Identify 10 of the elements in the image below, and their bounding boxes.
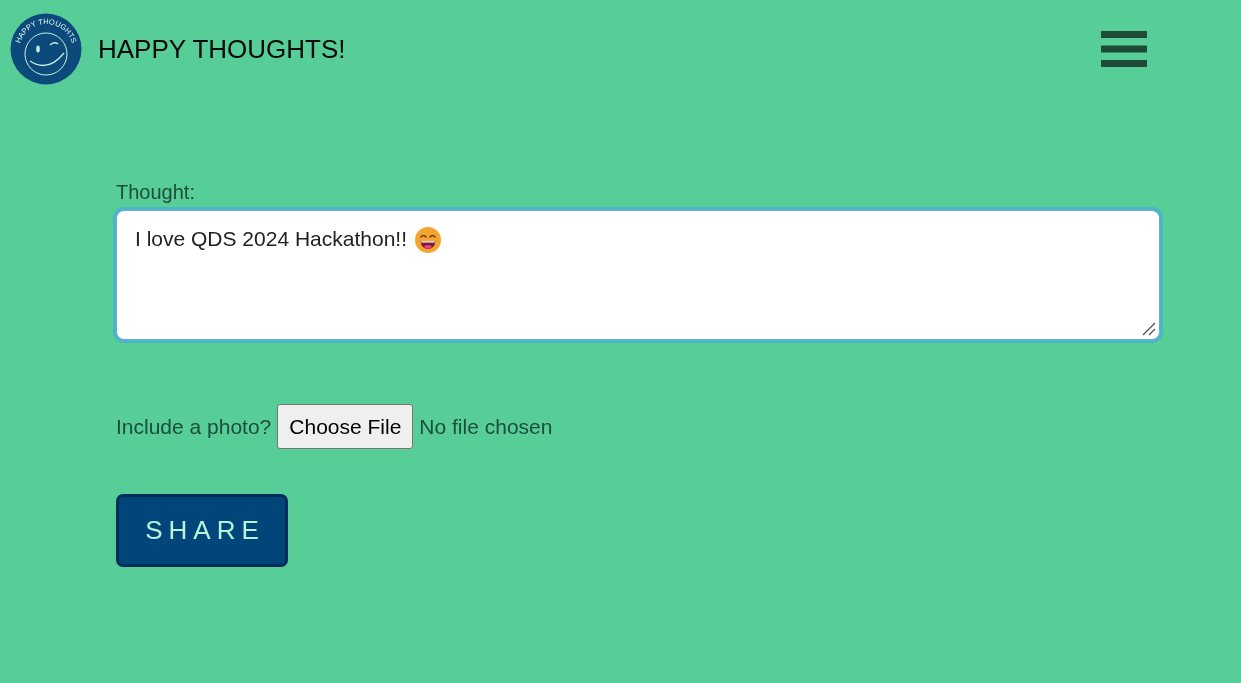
thought-field[interactable]: I love QDS 2024 Hackathon!! — [116, 210, 1160, 340]
grinning-face-icon — [415, 227, 441, 253]
file-status-text: No file chosen — [419, 414, 553, 439]
app-title: HAPPY THOUGHTS! — [98, 33, 346, 65]
choose-file-button[interactable]: Choose File — [277, 404, 414, 449]
thought-label: Thought: — [116, 180, 195, 204]
share-button[interactable]: SHARE — [116, 494, 288, 567]
photo-label: Include a photo? — [116, 414, 272, 439]
menu-icon[interactable] — [1101, 31, 1147, 67]
resize-handle-icon[interactable] — [1142, 322, 1156, 336]
